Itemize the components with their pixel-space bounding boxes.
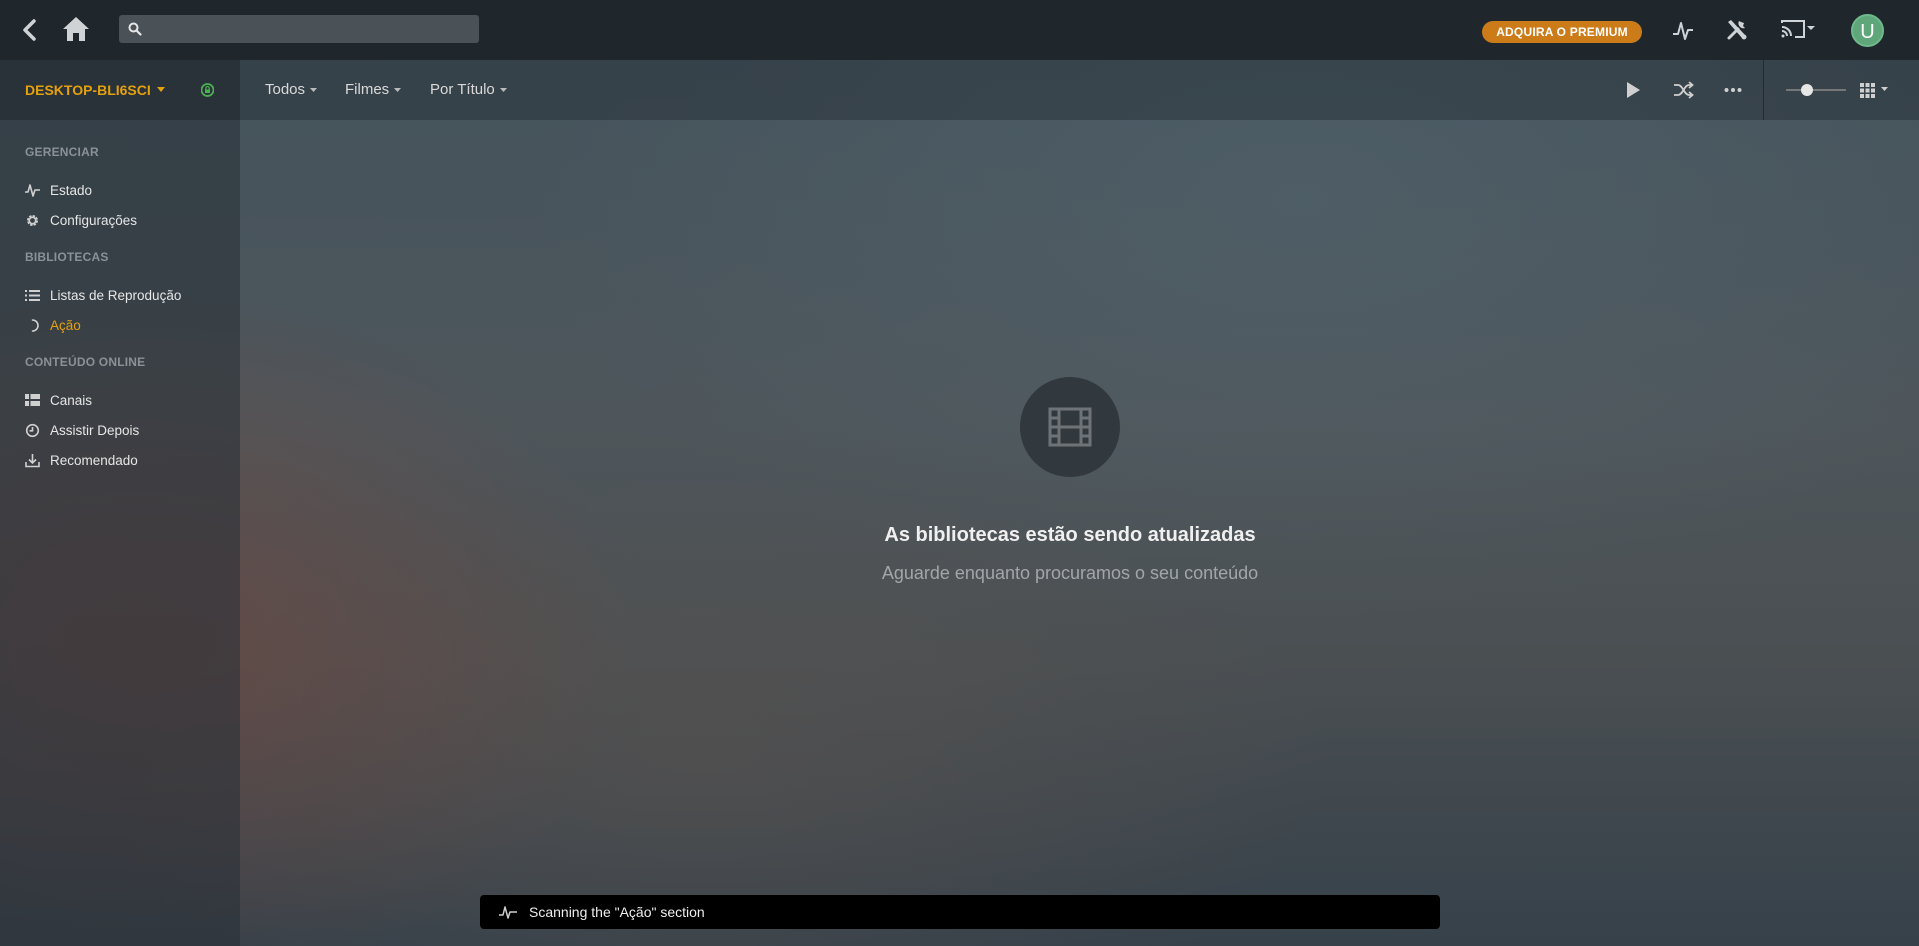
- toolbar-divider: [1763, 60, 1764, 120]
- sidebar-item-label: Estado: [50, 182, 93, 198]
- gear-icon: [25, 213, 40, 228]
- top-bar: ADQUIRA O PREMIUM U: [0, 0, 1919, 60]
- cast-icon[interactable]: [1780, 18, 1818, 42]
- sidebar-item-label: Ação: [50, 317, 81, 333]
- sidebar-item-label: Recomendado: [50, 452, 138, 468]
- sidebar-item-label: Assistir Depois: [50, 422, 140, 438]
- server-name[interactable]: DESKTOP-BLI6SCI: [25, 82, 151, 98]
- grid-view-icon[interactable]: [1859, 81, 1891, 99]
- sidebar-item-label: Listas de Reprodução: [50, 287, 182, 303]
- chevron-down-icon: [157, 87, 165, 92]
- sidebar-item-channels[interactable]: Canais: [25, 389, 92, 411]
- section-label-online: CONTEÚDO ONLINE: [25, 355, 146, 369]
- grid-icon: [25, 393, 40, 408]
- sidebar-item-playlists[interactable]: Listas de Reprodução: [25, 284, 181, 306]
- filter-label: Filmes: [345, 81, 390, 98]
- empty-state-title: As bibliotecas estão sendo atualizadas: [884, 524, 1256, 546]
- chevron-down-icon: [310, 87, 318, 92]
- shuffle-icon[interactable]: [1673, 81, 1695, 99]
- slider-track: [1786, 89, 1846, 91]
- search-bar[interactable]: [119, 15, 479, 43]
- home-icon[interactable]: [62, 15, 90, 43]
- sidebar-item-watch-later[interactable]: Assistir Depois: [25, 419, 139, 441]
- background: [0, 0, 1919, 946]
- activity-icon[interactable]: [1672, 18, 1694, 42]
- sidebar-item-label: Configurações: [50, 212, 138, 228]
- filter-label: Todos: [265, 81, 306, 98]
- sort-dropdown[interactable]: Por Título: [430, 81, 507, 98]
- filter-type-dropdown[interactable]: Filmes: [345, 81, 402, 98]
- more-options-icon[interactable]: [1724, 81, 1742, 99]
- empty-state-subtitle: Aguarde enquanto procuramos o seu conteú…: [881, 563, 1259, 583]
- library-toolbar: Todos Filmes Por Título: [240, 60, 1919, 120]
- film-strip-icon-container: [1020, 377, 1120, 477]
- filter-all-dropdown[interactable]: Todos: [265, 81, 318, 98]
- sidebar: DESKTOP-BLI6SCI GERENCIAR Estado Configu…: [0, 60, 240, 946]
- avatar[interactable]: U: [1851, 14, 1884, 47]
- download-icon: [25, 453, 40, 468]
- settings-tools-icon[interactable]: [1725, 18, 1749, 42]
- play-icon[interactable]: [1625, 81, 1641, 99]
- sidebar-item-label: Canais: [50, 392, 93, 408]
- film-icon: [1048, 407, 1092, 447]
- sidebar-item-status[interactable]: Estado: [25, 179, 92, 201]
- slider-handle[interactable]: [1801, 84, 1813, 96]
- sidebar-item-acao[interactable]: Ação: [25, 314, 81, 336]
- section-label-libraries: BIBLIOTECAS: [25, 250, 109, 264]
- activity-icon: [25, 183, 40, 198]
- sidebar-item-recommended[interactable]: Recomendado: [25, 449, 138, 471]
- search-icon: [128, 22, 142, 36]
- chevron-down-icon: [499, 87, 507, 92]
- get-premium-button[interactable]: ADQUIRA O PREMIUM: [1482, 21, 1642, 43]
- scan-notification-toast: Scanning the "Ação" section: [480, 895, 1440, 929]
- sidebar-item-settings[interactable]: Configurações: [25, 209, 137, 231]
- list-icon: [25, 288, 40, 303]
- search-input[interactable]: [148, 15, 479, 43]
- poster-size-slider[interactable]: [1786, 84, 1846, 96]
- chevron-down-icon: [394, 87, 402, 92]
- filter-label: Por Título: [430, 81, 495, 98]
- loading-spinner-icon: [25, 318, 40, 333]
- activity-icon: [499, 906, 517, 919]
- toast-message: Scanning the "Ação" section: [529, 904, 705, 920]
- back-icon[interactable]: [19, 17, 41, 43]
- server-selector[interactable]: DESKTOP-BLI6SCI: [0, 60, 240, 120]
- lock-icon: [201, 83, 214, 97]
- clock-icon: [25, 423, 40, 438]
- section-label-manage: GERENCIAR: [25, 145, 99, 159]
